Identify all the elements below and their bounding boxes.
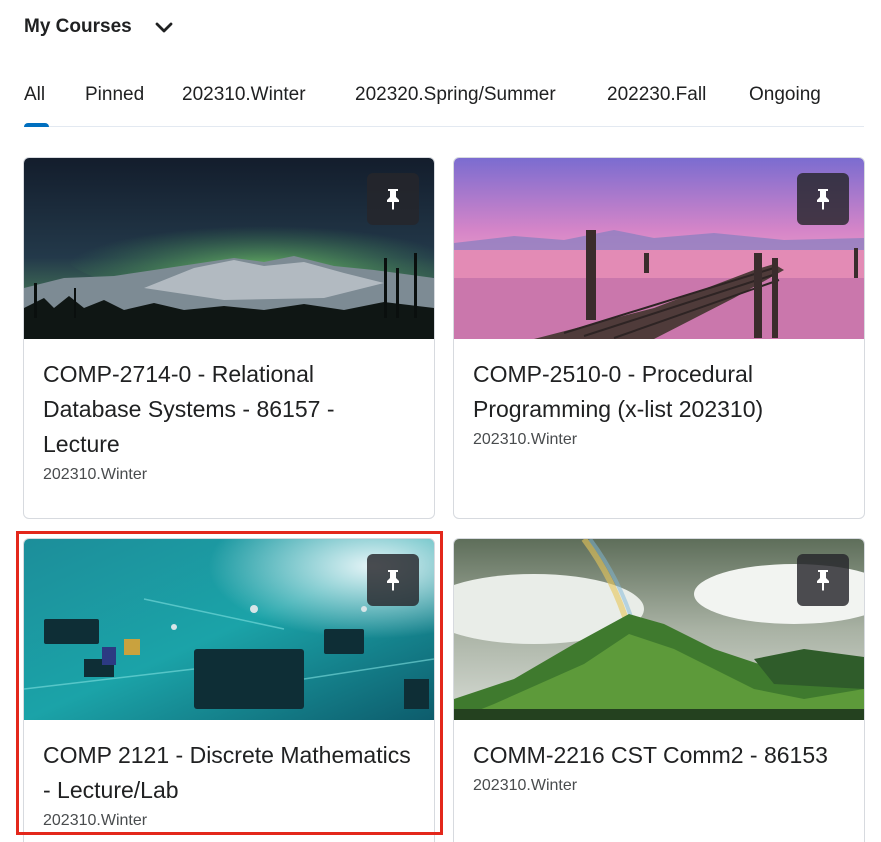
chevron-down-icon[interactable] — [154, 17, 174, 37]
tab-ongoing[interactable]: Ongoing — [749, 84, 821, 106]
pin-button[interactable] — [367, 173, 419, 225]
course-card[interactable]: COMM-2216 CST Comm2 - 86153 202310.Winte… — [453, 538, 865, 842]
course-tabs: All Pinned 202310.Winter 202320.Spring/S… — [24, 70, 864, 127]
tab-label: Ongoing — [749, 84, 821, 105]
tab-pinned[interactable]: Pinned — [85, 84, 144, 106]
pin-button[interactable] — [797, 173, 849, 225]
course-title[interactable]: COMP-2510-0 - Procedural Programming (x-… — [473, 357, 844, 427]
pin-button[interactable] — [797, 554, 849, 606]
course-card[interactable]: COMP-2714-0 - Relational Database System… — [23, 157, 435, 519]
tab-202230-fall[interactable]: 202230.Fall — [607, 84, 706, 106]
course-card[interactable]: COMP 2121 - Discrete Mathematics - Lectu… — [23, 538, 435, 842]
tab-202310-winter[interactable]: 202310.Winter — [182, 84, 306, 106]
card-body: COMP-2510-0 - Procedural Programming (x-… — [454, 339, 864, 451]
pin-icon — [384, 188, 402, 210]
course-image-pier — [454, 158, 864, 339]
widget-title: My Courses — [24, 16, 132, 37]
pin-icon — [814, 188, 832, 210]
tab-label: Pinned — [85, 84, 145, 105]
pin-icon — [384, 569, 402, 591]
pin-button[interactable] — [367, 554, 419, 606]
course-image-circuit — [24, 539, 434, 720]
course-title[interactable]: COMM-2216 CST Comm2 - 86153 — [473, 738, 844, 773]
course-term: 202310.Winter — [43, 812, 148, 829]
widget-header: My Courses — [24, 12, 174, 42]
course-card[interactable]: COMP-2510-0 - Procedural Programming (x-… — [453, 157, 865, 519]
card-body: COMM-2216 CST Comm2 - 86153 202310.Winte… — [454, 720, 864, 797]
course-image-aurora — [24, 158, 434, 339]
course-image-mountain — [454, 539, 864, 720]
tab-202320-spring-summer[interactable]: 202320.Spring/Summer — [355, 84, 556, 106]
course-term: 202310.Winter — [43, 466, 148, 483]
tab-all[interactable]: All — [24, 84, 45, 106]
tab-label: 202320.Spring/Summer — [355, 84, 556, 105]
course-term: 202310.Winter — [473, 431, 578, 448]
pin-icon — [814, 569, 832, 591]
course-title[interactable]: COMP-2714-0 - Relational Database System… — [43, 357, 414, 462]
tab-label: All — [24, 84, 46, 105]
my-courses-widget: My Courses All Pinned 202310.Winter 2023… — [0, 0, 881, 842]
course-term: 202310.Winter — [473, 777, 578, 794]
card-body: COMP 2121 - Discrete Mathematics - Lectu… — [24, 720, 434, 832]
tab-label: 202230.Fall — [607, 84, 707, 105]
tab-label: 202310.Winter — [182, 84, 306, 105]
card-body: COMP-2714-0 - Relational Database System… — [24, 339, 434, 486]
course-title[interactable]: COMP 2121 - Discrete Mathematics - Lectu… — [43, 738, 414, 808]
selected-tab-indicator — [24, 123, 49, 127]
